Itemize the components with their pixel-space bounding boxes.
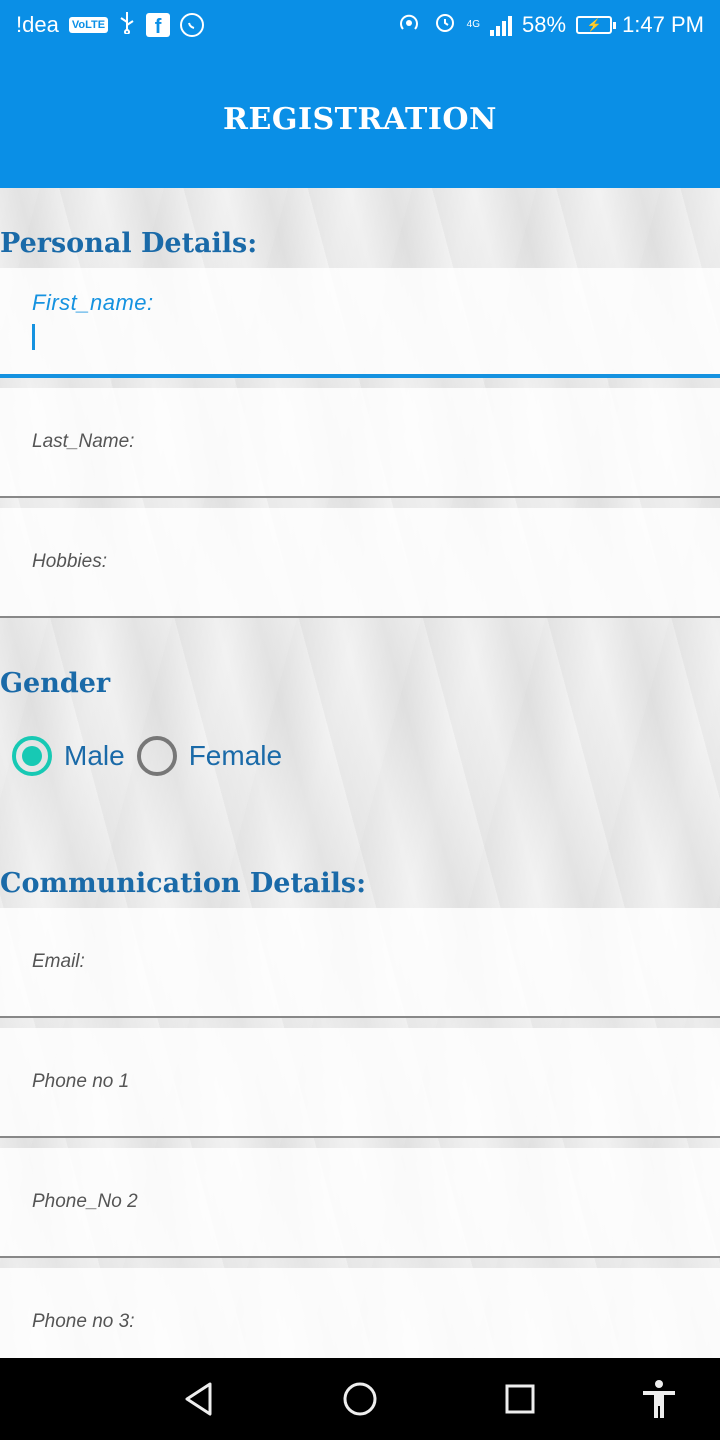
network-type: 4G	[466, 19, 481, 30]
gender-heading: Gender	[0, 668, 111, 699]
page-title: REGISTRATION	[223, 101, 497, 137]
accessibility-icon[interactable]	[638, 1378, 680, 1420]
hobbies-field[interactable]: Hobbies:	[0, 508, 720, 618]
clock: 1:47 PM	[622, 12, 704, 37]
app-bar: REGISTRATION	[0, 50, 720, 188]
battery-percent: 58%	[522, 12, 567, 37]
registration-form[interactable]: Personal Details: First_name: Last_Name:…	[0, 188, 720, 1358]
hotspot-icon	[397, 10, 423, 40]
system-nav-bar	[0, 1358, 720, 1440]
facebook-icon: f	[146, 13, 171, 37]
phone-1-field[interactable]: Phone no 1	[0, 1028, 720, 1138]
email-field[interactable]: Email:	[0, 908, 720, 1018]
text-cursor	[32, 324, 35, 350]
recents-icon[interactable]	[499, 1378, 541, 1420]
communication-details-heading: Communication Details:	[0, 868, 367, 899]
male-label[interactable]: Male	[64, 740, 125, 772]
carrier-name: !dea	[16, 12, 59, 37]
gender-radio-group[interactable]: Male Female	[12, 736, 294, 776]
phone-2-field[interactable]: Phone_No 2	[0, 1148, 720, 1258]
phone-3-field[interactable]: Phone no 3:	[0, 1268, 720, 1358]
last-name-field[interactable]: Last_Name:	[0, 388, 720, 498]
hobbies-label: Hobbies:	[32, 551, 107, 572]
email-label: Email:	[32, 951, 85, 972]
first-name-label: First_name:	[32, 290, 154, 315]
phone-1-label: Phone no 1	[32, 1071, 130, 1092]
first-name-field[interactable]: First_name:	[0, 268, 720, 378]
volte-badge: VoLTE	[68, 17, 109, 33]
phone-2-label: Phone_No 2	[32, 1191, 138, 1212]
male-radio[interactable]	[12, 736, 52, 776]
phone-3-label: Phone no 3:	[32, 1311, 135, 1332]
last-name-label: Last_Name:	[32, 431, 135, 452]
usb-icon	[118, 10, 136, 40]
back-icon[interactable]	[178, 1378, 220, 1420]
battery-icon: ⚡	[576, 16, 617, 34]
female-radio[interactable]	[136, 736, 177, 776]
female-label[interactable]: Female	[189, 740, 282, 772]
status-bar: !dea VoLTE f 4G 58% ⚡ 1:47 PM	[0, 0, 720, 50]
alarm-icon	[433, 10, 457, 40]
whatsapp-icon	[180, 13, 205, 37]
personal-details-heading: Personal Details:	[0, 228, 258, 259]
signal-icon	[490, 14, 513, 36]
home-icon[interactable]	[339, 1378, 381, 1420]
